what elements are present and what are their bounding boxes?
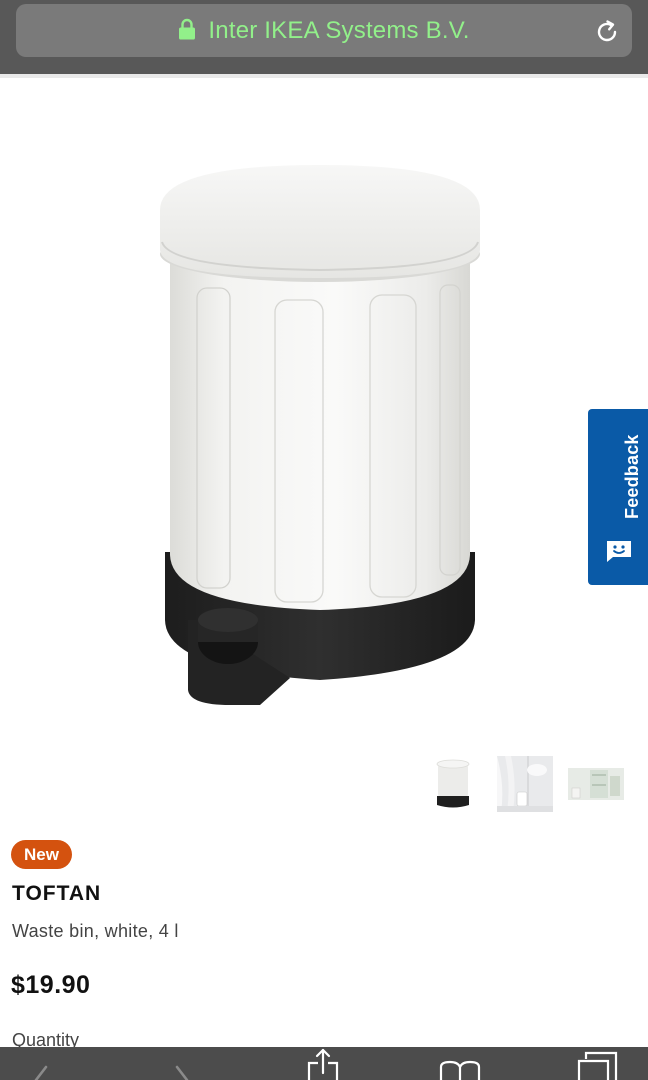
back-icon[interactable] — [28, 1047, 52, 1080]
product-name: TOFTAN — [12, 882, 102, 905]
product-price: $19.90 — [11, 971, 91, 999]
address-bar[interactable]: Inter IKEA Systems B.V. — [16, 4, 632, 57]
product-image[interactable] — [140, 150, 500, 715]
lock-icon — [179, 18, 196, 40]
thumbnail-product[interactable] — [425, 756, 481, 812]
thumbnail-shelf-scene[interactable] — [568, 756, 624, 812]
tabs-icon[interactable] — [576, 1047, 620, 1080]
reload-icon[interactable] — [594, 19, 620, 45]
site-name: Inter IKEA Systems B.V. — [208, 16, 470, 44]
bottom-toolbar — [0, 1047, 648, 1080]
top-divider — [0, 74, 648, 78]
product-description: Waste bin, white, 4 l — [12, 921, 179, 941]
forward-icon[interactable] — [170, 1047, 194, 1080]
smiley-chat-icon — [607, 541, 631, 562]
share-icon[interactable] — [305, 1047, 341, 1080]
new-badge: New — [11, 840, 72, 869]
thumbnail-bathroom-scene[interactable] — [497, 756, 553, 812]
feedback-label: Feedback — [622, 434, 642, 519]
feedback-tab[interactable]: Feedback — [588, 409, 648, 585]
bookmarks-icon[interactable] — [438, 1047, 482, 1080]
address-center: Inter IKEA Systems B.V. — [16, 4, 632, 57]
browser-top-bar: Inter IKEA Systems B.V. — [0, 0, 648, 74]
